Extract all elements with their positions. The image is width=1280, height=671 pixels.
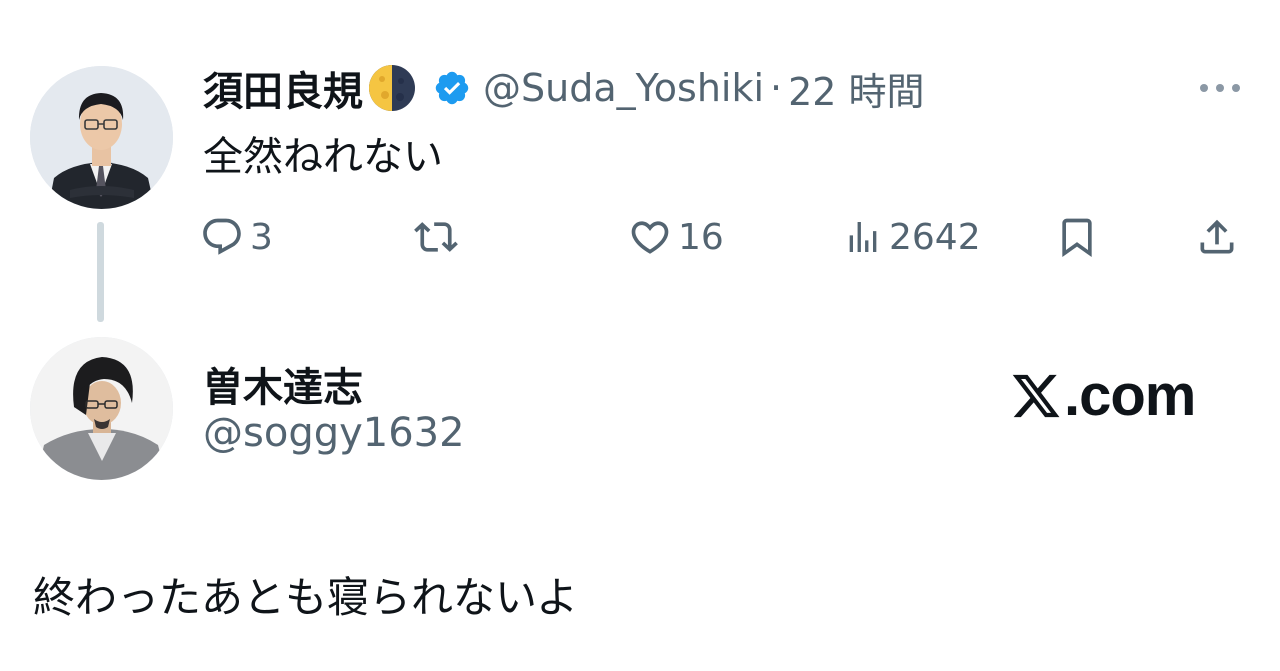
views-icon (849, 222, 877, 252)
share-button[interactable] (1195, 212, 1239, 262)
bookmark-button[interactable] (1055, 212, 1099, 262)
retweet-icon (414, 222, 458, 252)
x-com-logo-text: .com (1064, 363, 1196, 428)
reply-author-handle[interactable]: @soggy1632 (203, 410, 465, 456)
tweet-header: 須田良規 @Suda_Yoshiki · 22 時間 (203, 58, 925, 118)
thread-connector (97, 222, 104, 322)
reply-button[interactable]: 3 (200, 212, 273, 262)
verified-badge-icon (433, 69, 471, 107)
tweet-timestamp[interactable]: 22 時間 (788, 61, 924, 116)
share-icon (1200, 219, 1234, 254)
views-button[interactable]: 2642 (843, 212, 981, 262)
author-avatar[interactable] (30, 66, 173, 209)
x-com-logo: .com (1010, 362, 1196, 429)
moon-phase-emoji (367, 63, 417, 113)
reply-text: 終わったあとも寝られないよ (33, 573, 579, 622)
reply-author: 曽木達志 (203, 355, 363, 413)
reply-icon (203, 218, 241, 255)
heart-icon (631, 221, 669, 254)
reply-count: 3 (250, 216, 273, 258)
header-separator: · (770, 66, 783, 110)
tweet-text: 全然ねれない (203, 134, 443, 180)
more-options-button[interactable] (1196, 74, 1244, 102)
reply-author-avatar[interactable] (30, 337, 173, 480)
reply-author-display-name[interactable]: 曽木達志 (203, 365, 363, 411)
author-avatar-image (30, 66, 173, 209)
view-count: 2642 (889, 216, 981, 258)
bookmark-icon (1062, 218, 1092, 258)
reply-author-avatar-image (30, 337, 173, 480)
more-icon (1200, 84, 1240, 92)
x-logo-icon (1012, 374, 1060, 417)
author-handle[interactable]: @Suda_Yoshiki (483, 66, 764, 110)
author-display-name[interactable]: 須田良規 (203, 59, 363, 117)
retweet-button[interactable] (412, 212, 466, 262)
like-button[interactable]: 16 (628, 212, 724, 262)
like-count: 16 (678, 216, 724, 258)
